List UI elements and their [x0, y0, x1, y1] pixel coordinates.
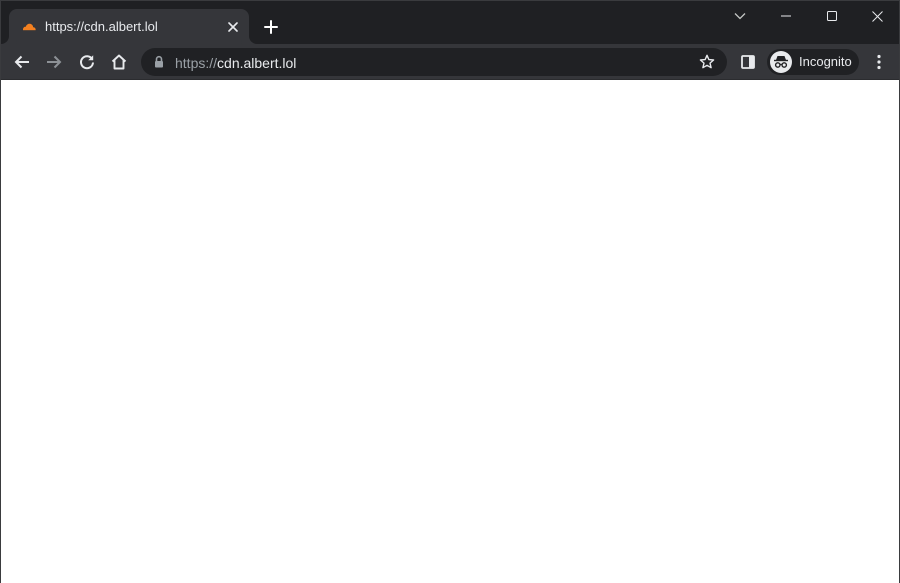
url-host: cdn.albert.lol: [217, 55, 297, 71]
new-tab-button[interactable]: [259, 15, 283, 39]
back-arrow-icon: [14, 55, 29, 69]
tab-close-button[interactable]: [223, 17, 243, 37]
browser-window: https://cdn.albert.lol https://cdn.alber…: [0, 0, 900, 583]
chevron-down-icon: [734, 13, 746, 20]
url-scheme: https://: [175, 55, 218, 71]
lock-icon[interactable]: [153, 55, 165, 69]
tab-strip: https://cdn.albert.lol: [1, 1, 899, 44]
forward-arrow-icon: [47, 55, 62, 69]
page-viewport[interactable]: [1, 81, 899, 583]
toolbar: https://cdn.albert.lol Incognito: [1, 44, 899, 80]
url-text: https://cdn.albert.lol: [175, 55, 296, 71]
close-icon: [871, 10, 883, 22]
reload-icon: [80, 55, 94, 70]
forward-button[interactable]: [40, 48, 68, 76]
star-icon: [699, 54, 715, 69]
incognito-icon: [770, 51, 792, 73]
incognito-profile-button[interactable]: Incognito: [767, 49, 859, 75]
maximize-icon: [827, 11, 837, 21]
kebab-menu-icon: [877, 54, 881, 70]
back-button[interactable]: [8, 48, 36, 76]
reload-button[interactable]: [73, 48, 101, 76]
active-tab[interactable]: https://cdn.albert.lol: [9, 9, 249, 44]
home-icon: [111, 54, 127, 70]
close-window-button[interactable]: [854, 1, 900, 31]
tab-title: https://cdn.albert.lol: [45, 19, 158, 34]
cloud-icon: [23, 23, 36, 31]
home-button[interactable]: [105, 48, 133, 76]
tab-search-button[interactable]: [717, 1, 763, 31]
minimize-button[interactable]: [763, 1, 809, 31]
incognito-label: Incognito: [799, 54, 852, 69]
browser-menu-button[interactable]: [865, 48, 893, 76]
minimize-icon: [781, 15, 791, 17]
address-bar[interactable]: https://cdn.albert.lol: [141, 48, 727, 76]
close-icon: [228, 22, 238, 32]
side-panel-button[interactable]: [734, 48, 762, 76]
maximize-button[interactable]: [809, 1, 855, 31]
bookmark-button[interactable]: [697, 52, 717, 72]
side-panel-icon: [741, 55, 755, 69]
plus-icon: [264, 20, 278, 34]
